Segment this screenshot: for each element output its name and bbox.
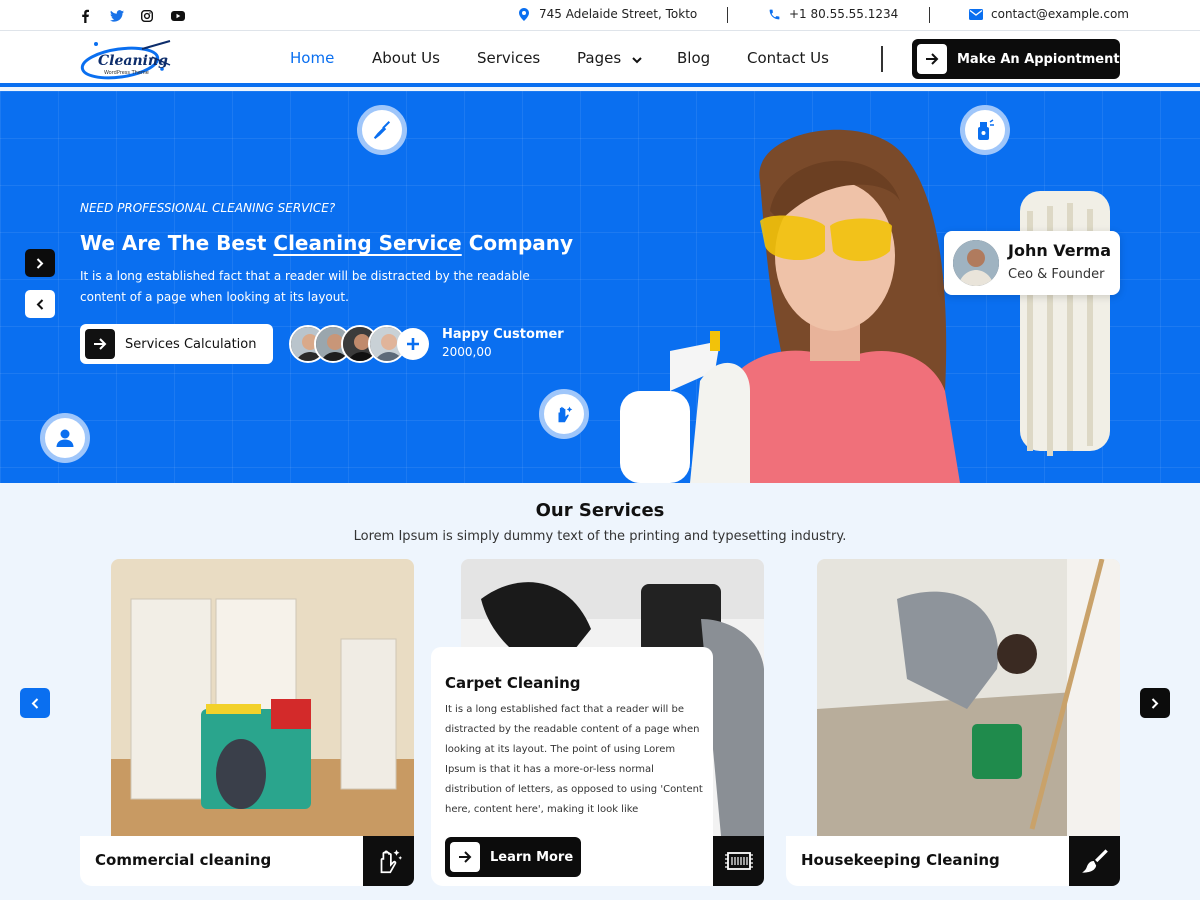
customer-avatars (289, 325, 434, 363)
hero-eyebrow: NEED PROFESSIONAL CLEANING SERVICE? (80, 201, 336, 215)
spray-bottle-icon (960, 105, 1010, 155)
nav-blog[interactable]: Blog (677, 49, 710, 67)
services-next-button[interactable] (1140, 688, 1170, 718)
chevron-left-icon (31, 694, 39, 713)
carpet-cleaning-description: It is a long established fact that a rea… (445, 704, 703, 815)
services-subheading: Lorem Ipsum is simply dummy text of the … (353, 529, 847, 544)
email-info[interactable]: contact@example.com (969, 7, 1129, 21)
arrow-right-icon (85, 329, 115, 359)
founder-name: John Verma (1008, 241, 1112, 260)
services-calculation-label: Services Calculation (125, 336, 257, 352)
happy-customer-title: Happy Customer (442, 327, 564, 342)
founder-role: Ceo & Founder (1008, 267, 1105, 282)
services-calculation-button[interactable]: Services Calculation (80, 324, 273, 364)
hero-section: NEED PROFESSIONAL CLEANING SERVICE? We A… (0, 91, 1200, 483)
hero-title-post: Company (461, 231, 574, 255)
instagram-icon[interactable] (139, 8, 155, 24)
hero-title-highlight: Cleaning Service (273, 231, 462, 255)
carpet-cleaning-card[interactable]: Carpet Cleaning It is a long established… (431, 647, 713, 886)
phone-text: +1 80.55.55.1234 (789, 7, 899, 21)
founder-avatar (953, 240, 999, 286)
address-text: 745 Adelaide Street, Tokto (539, 7, 698, 21)
commercial-cleaning-card[interactable]: Commercial cleaning (80, 836, 363, 886)
hero-prev-button[interactable] (25, 290, 55, 318)
separator (727, 7, 728, 23)
envelope-icon (969, 7, 983, 21)
user-icon (40, 413, 90, 463)
services-prev-button[interactable] (20, 688, 50, 718)
commercial-cleaning-title: Commercial cleaning (95, 851, 272, 869)
hero-title-pre: We Are The Best (80, 231, 274, 255)
address-info: 745 Adelaide Street, Tokto (517, 7, 697, 21)
twitter-icon[interactable] (109, 8, 125, 24)
commercial-cleaning-photo (111, 559, 414, 836)
hero-description: It is a long established fact that a rea… (80, 269, 530, 304)
nav-about-us[interactable]: About Us (372, 49, 440, 67)
site-logo[interactable]: Cleaning WordPress Theme (80, 39, 175, 81)
nav-pages[interactable]: Pages (577, 49, 642, 68)
housekeeping-cleaning-photo (817, 559, 1120, 836)
hero-title: We Are The Best Cleaning Service Company (80, 231, 573, 255)
top-bar: 745 Adelaide Street, Tokto +1 80.55.55.1… (0, 0, 1200, 31)
chevron-right-icon (1151, 694, 1159, 713)
facebook-icon[interactable] (77, 8, 93, 24)
logo-text: Cleaning (98, 53, 168, 69)
brush-icon (1069, 836, 1120, 886)
chevron-left-icon (36, 295, 44, 314)
youtube-icon[interactable] (170, 8, 186, 24)
nav-services[interactable]: Services (477, 49, 540, 67)
hero-next-button[interactable] (25, 249, 55, 277)
make-appointment-button[interactable]: Make An Appiontment (912, 39, 1120, 79)
phone-info[interactable]: +1 80.55.55.1234 (767, 7, 898, 21)
separator (929, 7, 930, 23)
clean-hand-icon (539, 389, 589, 439)
nav-divider (881, 46, 883, 72)
main-nav: Cleaning WordPress Theme Home About Us S… (0, 31, 1200, 87)
plus-icon[interactable] (397, 328, 429, 360)
email-text: contact@example.com (991, 7, 1129, 21)
carpet-icon (713, 836, 764, 886)
phone-icon (767, 7, 781, 21)
housekeeping-cleaning-card[interactable]: Housekeeping Cleaning (786, 836, 1069, 886)
arrow-right-icon (917, 44, 947, 74)
nav-home[interactable]: Home (290, 49, 334, 67)
services-section: Our Services Lorem Ipsum is simply dummy… (0, 483, 1200, 900)
sparkle-hand-icon (363, 836, 414, 886)
housekeeping-cleaning-title: Housekeeping Cleaning (801, 851, 1000, 869)
carpet-cleaning-title: Carpet Cleaning (445, 674, 581, 692)
appointment-label: Make An Appiontment (957, 51, 1120, 67)
arrow-right-icon (450, 842, 480, 872)
services-heading: Our Services (535, 500, 665, 521)
learn-more-label: Learn More (490, 849, 574, 865)
founder-card: John Verma Ceo & Founder (944, 231, 1120, 295)
happy-customer-count: 2000,00 (442, 345, 492, 359)
chevron-down-icon (632, 50, 642, 68)
location-pin-icon (517, 7, 531, 21)
learn-more-button[interactable]: Learn More (445, 837, 581, 877)
nav-contact-us[interactable]: Contact Us (747, 49, 829, 67)
nav-pages-label: Pages (577, 49, 622, 67)
logo-subtext: WordPress Theme (104, 70, 149, 76)
chevron-right-icon (36, 254, 44, 273)
broom-icon (357, 105, 407, 155)
